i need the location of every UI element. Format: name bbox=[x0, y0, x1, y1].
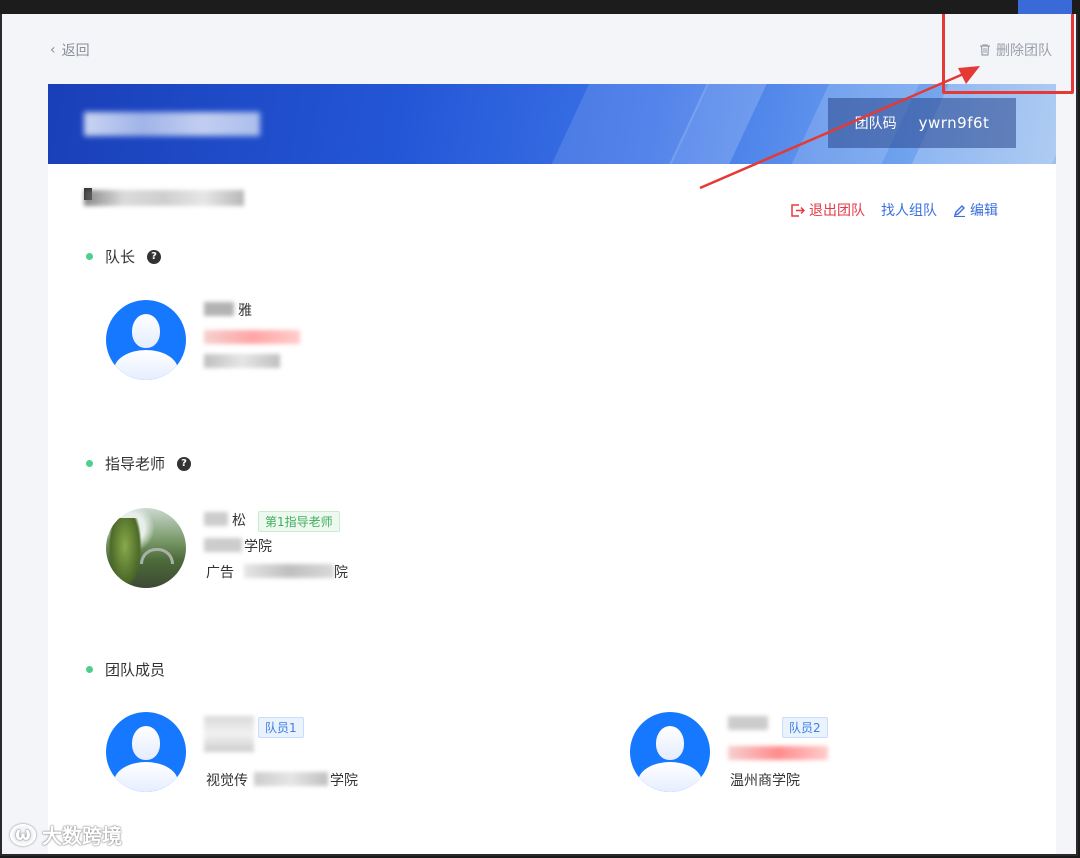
captain-avatar bbox=[106, 300, 186, 380]
member-school: 温州商学院 bbox=[730, 773, 800, 789]
chevron-left-icon: ‹ bbox=[50, 42, 56, 58]
captain-info-redacted bbox=[204, 330, 300, 344]
member-school-prefix: 视觉传 bbox=[206, 773, 248, 789]
section-dot bbox=[86, 460, 93, 467]
team-code-box[interactable]: 团队码 ywrn9f6t bbox=[828, 98, 1016, 148]
advisor-rank-tag: 第1指导老师 bbox=[258, 511, 340, 532]
section-dot bbox=[86, 253, 93, 260]
member-tag: 队员2 bbox=[782, 717, 828, 738]
team-code-value: ywrn9f6t bbox=[918, 114, 990, 132]
watermark: ω 大数跨境 bbox=[10, 820, 122, 849]
window-top-strip bbox=[0, 0, 1080, 14]
quit-team-button[interactable]: 退出团队 bbox=[790, 200, 865, 220]
pencil-icon bbox=[953, 204, 965, 217]
section-dot bbox=[86, 666, 93, 673]
member-avatar bbox=[630, 712, 710, 792]
advisor-major-prefix: 广告 bbox=[206, 565, 234, 581]
team-card: 团队码 ywrn9f6t 退出团队 找人组队 编辑 队长 ? 雅 指导老师 ? … bbox=[48, 84, 1056, 854]
back-button[interactable]: ‹ 返回 bbox=[50, 40, 90, 60]
find-teammates-button[interactable]: 找人组队 bbox=[881, 200, 937, 220]
watermark-logo-icon: ω bbox=[10, 823, 36, 846]
member-school-suffix: 学院 bbox=[330, 773, 358, 789]
member-name-redacted bbox=[728, 716, 768, 730]
help-icon[interactable]: ? bbox=[177, 456, 192, 471]
team-code-label: 团队码 bbox=[854, 116, 897, 132]
watermark-text: 大数跨境 bbox=[42, 824, 122, 848]
help-icon[interactable]: ? bbox=[147, 249, 162, 264]
advisor-major-suffix: 院 bbox=[334, 565, 348, 581]
captain-section-title: 队长 ? bbox=[86, 246, 162, 267]
quit-team-label: 退出团队 bbox=[809, 203, 865, 219]
team-subtitle-redacted bbox=[84, 190, 244, 206]
advisor-title-text: 指导老师 bbox=[105, 455, 166, 473]
members-title-text: 团队成员 bbox=[105, 661, 166, 679]
advisor-name-fragment: 松 bbox=[232, 513, 246, 529]
captain-title-text: 队长 bbox=[105, 248, 136, 266]
advisor-school-fragment: 学院 bbox=[244, 539, 272, 555]
member-avatar bbox=[106, 712, 186, 792]
captain-school-redacted bbox=[204, 354, 280, 368]
edit-label: 编辑 bbox=[970, 203, 998, 219]
annotation-highlight-box bbox=[942, 14, 1074, 94]
member-school-redacted bbox=[254, 772, 328, 786]
advisor-school-redacted bbox=[204, 538, 242, 552]
advisor-avatar bbox=[106, 508, 186, 588]
back-label: 返回 bbox=[61, 43, 90, 59]
advisor-name-redacted bbox=[204, 512, 228, 526]
captain-name-redacted bbox=[204, 302, 234, 316]
team-banner: 团队码 ywrn9f6t bbox=[48, 84, 1056, 164]
members-section-title: 团队成员 bbox=[86, 659, 165, 680]
team-actions: 退出团队 找人组队 编辑 bbox=[790, 200, 998, 220]
advisor-section-title: 指导老师 ? bbox=[86, 453, 192, 474]
top-strip-accent bbox=[1018, 0, 1072, 14]
exit-icon bbox=[791, 203, 805, 217]
member-name-redacted bbox=[204, 716, 254, 752]
member-info-redacted bbox=[728, 746, 828, 760]
member-tag: 队员1 bbox=[258, 717, 304, 738]
edit-button[interactable]: 编辑 bbox=[953, 200, 998, 220]
team-name-redacted bbox=[84, 112, 260, 136]
advisor-major-redacted bbox=[244, 564, 334, 578]
captain-name-fragment: 雅 bbox=[238, 303, 252, 319]
page-frame: ‹ 返回 删除团队 团队码 ywrn9f6t 退出团队 找人组队 编辑 队长 ?… bbox=[0, 14, 1078, 856]
